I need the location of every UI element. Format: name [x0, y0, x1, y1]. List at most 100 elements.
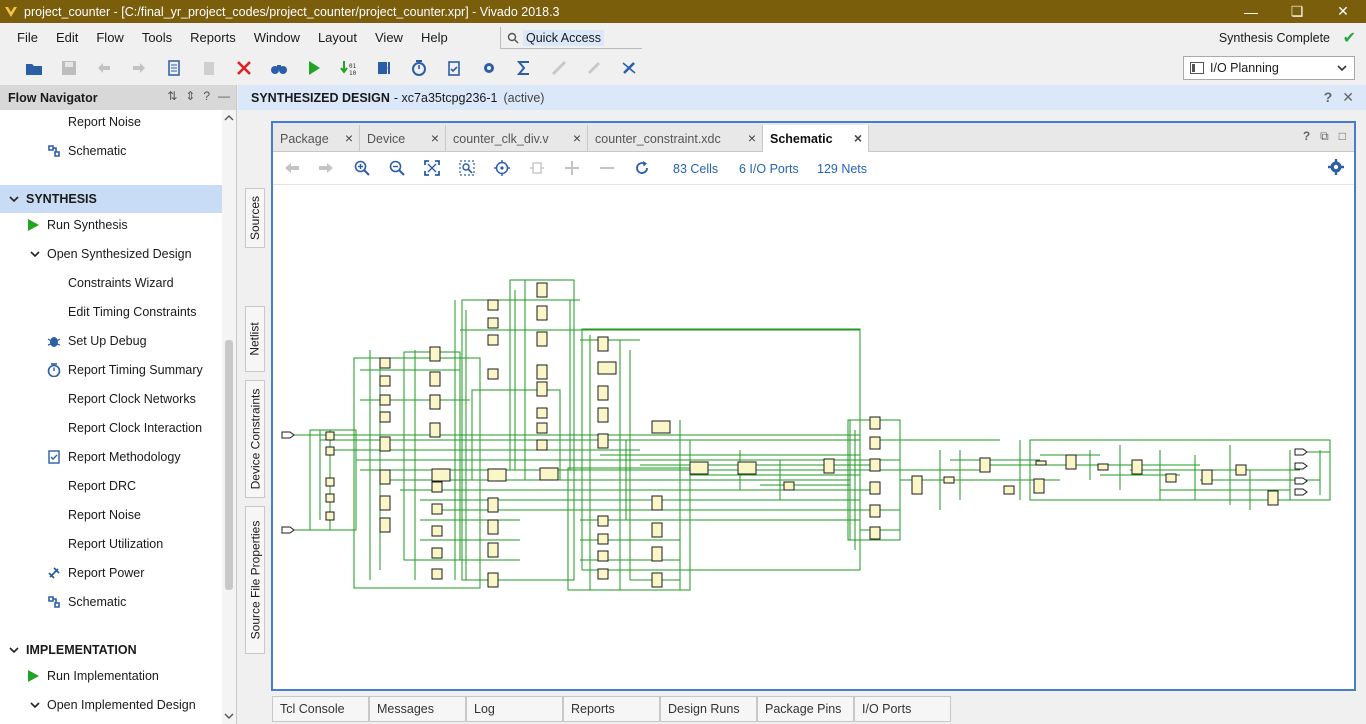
run-icon[interactable] [296, 54, 331, 82]
side-tab-sources[interactable]: Sources [245, 188, 265, 248]
logic-cell[interactable] [597, 336, 609, 352]
remove-icon[interactable] [597, 158, 617, 178]
tab-counter-constraint[interactable]: counter_constraint.xdc × [588, 125, 763, 152]
logic-cell[interactable] [379, 411, 391, 423]
output-port[interactable] [1294, 462, 1308, 470]
logic-cell[interactable] [1165, 473, 1177, 483]
logic-cell[interactable] [869, 481, 881, 495]
logic-cell[interactable] [1033, 478, 1045, 494]
logic-cell[interactable] [379, 469, 391, 485]
logic-cell[interactable] [536, 407, 548, 419]
fit-icon[interactable] [422, 158, 442, 178]
logic-cell[interactable] [597, 407, 609, 423]
output-port[interactable] [1294, 477, 1308, 485]
menu-view[interactable]: View [367, 30, 411, 45]
collapse-all-icon[interactable]: ⇅ [167, 89, 177, 103]
logic-cell[interactable] [536, 364, 548, 380]
nav-item-edit-timing-constraints[interactable]: Edit Timing Constraints [0, 298, 222, 326]
flow-navigator-scrollbar[interactable] [222, 110, 236, 724]
nav-item-report-drc[interactable]: Report DRC [0, 472, 222, 500]
expand-all-icon[interactable]: ⇕ [185, 89, 195, 103]
logic-cell[interactable] [597, 568, 609, 580]
tab-package[interactable]: Package × [273, 125, 360, 152]
menu-edit[interactable]: Edit [48, 30, 86, 45]
tab-schematic[interactable]: Schematic × [763, 125, 869, 153]
nav-item-report-clock-networks[interactable]: Report Clock Networks [0, 385, 222, 413]
logic-cell[interactable] [1235, 464, 1247, 476]
side-tab-netlist[interactable]: Netlist [245, 306, 265, 372]
nets-count[interactable]: 129 Nets [817, 162, 867, 176]
nav-item-run-synthesis[interactable]: Run Synthesis [0, 211, 222, 239]
close-icon[interactable]: × [431, 130, 439, 146]
open-project-icon[interactable] [16, 54, 51, 82]
side-tab-source-file-properties[interactable]: Source File Properties [245, 506, 265, 654]
input-port[interactable] [281, 431, 295, 439]
close-icon[interactable]: ✕ [1342, 89, 1354, 106]
nav-item-open-synthesized-design[interactable]: Open Synthesized Design [0, 240, 222, 268]
nav-item-report-noise[interactable]: Report Noise [0, 108, 222, 136]
logic-cell[interactable] [536, 422, 548, 434]
logic-cell[interactable] [325, 477, 335, 487]
logic-cell[interactable] [539, 467, 559, 481]
forward-icon[interactable] [316, 158, 336, 178]
save-icon[interactable] [51, 54, 86, 82]
help-icon[interactable]: ? [203, 89, 210, 103]
bottom-tab-tcl-console[interactable]: Tcl Console [272, 696, 369, 722]
delete-icon[interactable] [226, 54, 261, 82]
cells-count[interactable]: 83 Cells [673, 162, 718, 176]
close-icon[interactable]: × [748, 130, 756, 146]
logic-cell[interactable] [1267, 490, 1279, 506]
logic-cell[interactable] [1201, 469, 1213, 485]
zoom-out-icon[interactable] [387, 158, 407, 178]
logic-cell[interactable] [487, 542, 499, 558]
logic-cell[interactable] [737, 461, 757, 475]
logic-cell[interactable] [379, 517, 391, 533]
bottom-tab-design-runs[interactable]: Design Runs [660, 696, 757, 722]
bottom-tab-package-pins[interactable]: Package Pins [757, 696, 854, 722]
logic-cell[interactable] [689, 461, 709, 475]
logic-cell[interactable] [429, 422, 441, 438]
menu-tools[interactable]: Tools [134, 30, 180, 45]
logic-cell[interactable] [379, 375, 391, 387]
logic-cell[interactable] [597, 515, 609, 527]
logic-cell[interactable] [325, 446, 335, 456]
nav-section-synthesis[interactable]: SYNTHESIS [0, 185, 222, 213]
logic-cell[interactable] [325, 511, 335, 521]
menu-window[interactable]: Window [246, 30, 308, 45]
bottom-tab-messages[interactable]: Messages [369, 696, 466, 722]
chevron-down-icon[interactable] [27, 246, 43, 262]
back-icon[interactable] [282, 158, 302, 178]
redo-icon[interactable] [121, 54, 156, 82]
logic-cell[interactable] [431, 503, 443, 515]
logic-cell[interactable] [783, 481, 795, 491]
logic-cell[interactable] [487, 317, 499, 329]
restore-icon[interactable]: ❏ [1274, 0, 1320, 23]
nav-item-schematic[interactable]: Schematic [0, 588, 222, 616]
logic-cell[interactable] [869, 416, 881, 430]
help-icon[interactable]: ? [1303, 129, 1310, 144]
settings-icon[interactable] [471, 54, 506, 82]
crosshair-icon[interactable] [492, 158, 512, 178]
help-icon[interactable]: ? [1324, 89, 1333, 106]
menu-file[interactable]: File [9, 30, 46, 45]
scroll-down-icon[interactable] [222, 710, 236, 722]
logic-cell[interactable] [536, 381, 548, 397]
logic-cell[interactable] [431, 547, 443, 559]
schematic-canvas[interactable] [273, 185, 1354, 689]
logic-cell[interactable] [597, 433, 609, 449]
logic-cell[interactable] [651, 572, 663, 588]
menu-reports[interactable]: Reports [182, 30, 244, 45]
close-icon[interactable]: × [345, 130, 353, 146]
nav-item-schematic[interactable]: Schematic [0, 137, 222, 165]
logic-cell[interactable] [429, 394, 441, 410]
close-icon[interactable]: ✕ [1320, 0, 1366, 23]
side-tab-device-constraints[interactable]: Device Constraints [245, 380, 265, 498]
net-frame[interactable] [353, 357, 481, 589]
logic-cell[interactable] [379, 357, 391, 369]
float-icon[interactable]: ⧉ [1320, 129, 1329, 144]
menu-layout[interactable]: Layout [310, 30, 365, 45]
logic-cell[interactable] [487, 468, 507, 482]
bottom-tab-reports[interactable]: Reports [563, 696, 660, 722]
checklist-icon[interactable] [436, 54, 471, 82]
layout-select[interactable]: I/O Planning [1183, 56, 1355, 80]
